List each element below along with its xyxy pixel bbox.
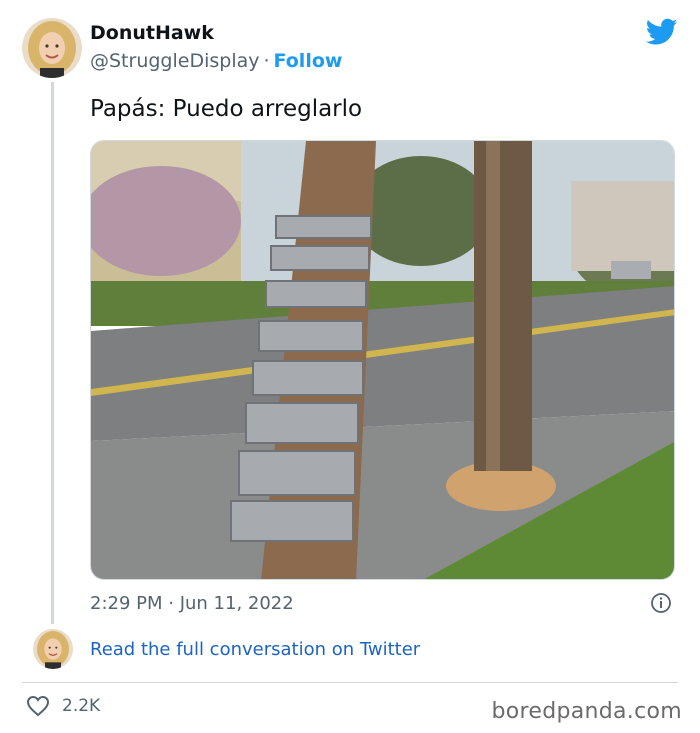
follow-button[interactable]: Follow [274,50,343,72]
separator-dot: · [263,50,270,72]
tweet-text: Papás: Puedo arreglarlo [90,96,363,122]
like-count: 2.2K [62,696,101,716]
tweet-photo[interactable] [90,140,675,580]
author-handle-row: @StruggleDisplay · Follow [90,50,342,72]
twitter-bird-icon[interactable] [646,18,678,46]
heart-icon[interactable] [26,695,50,717]
tweet-timestamp[interactable]: 2:29 PM · Jun 11, 2022 [90,593,294,614]
read-conversation-link[interactable]: Read the full conversation on Twitter [90,639,420,660]
thread-line [51,82,54,624]
tweet-card: DonutHawk @StruggleDisplay · Follow Papás:… [0,0,700,733]
reader-avatar[interactable] [33,629,73,669]
boredpanda-logo[interactable]: boredpanda.com [491,699,682,724]
divider [22,682,678,683]
info-icon[interactable] [650,592,672,614]
author-name[interactable]: DonutHawk [90,22,214,44]
author-avatar[interactable] [22,18,82,78]
author-handle[interactable]: @StruggleDisplay [90,50,260,72]
